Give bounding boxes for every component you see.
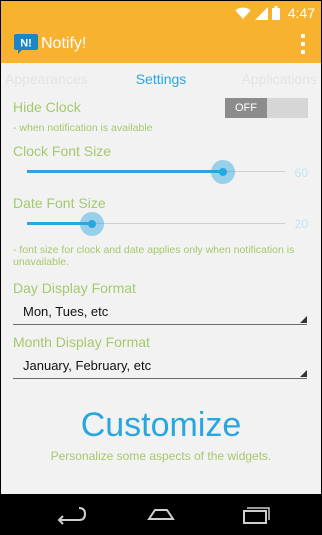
overflow-menu-icon[interactable]	[300, 34, 306, 54]
month-format-value: January, February, etc	[23, 358, 152, 373]
screen: 4:47 N! Notify! Appearances Settings App…	[1, 1, 321, 534]
app-logo: N!	[14, 34, 38, 54]
tab-applications[interactable]: Applications	[242, 71, 318, 87]
status-icons: 4:47	[235, 1, 315, 25]
app-bar: N! Notify!	[1, 25, 321, 63]
navigation-bar	[1, 494, 321, 534]
clock-font-size-value: 60	[294, 166, 308, 180]
svg-text:N!: N!	[20, 38, 32, 50]
day-format-value: Mon, Tues, etc	[23, 304, 109, 319]
dropdown-arrow-icon	[300, 370, 307, 377]
recents-icon[interactable]	[235, 502, 275, 526]
hide-clock-hint: - when notification is available	[13, 122, 153, 134]
page-subtitle: Personalize some aspects of the widgets.	[50, 449, 272, 463]
battery-icon	[271, 6, 280, 20]
dropdown-arrow-icon	[300, 316, 307, 323]
slider-thumb[interactable]	[87, 220, 96, 228]
hide-clock-toggle[interactable]: OFF	[225, 98, 308, 118]
wifi-icon	[235, 7, 251, 19]
date-font-size-slider[interactable]	[27, 209, 285, 239]
app-title: Notify!	[41, 35, 87, 52]
page-title: Customize	[80, 406, 242, 444]
month-format-select[interactable]: January, February, etc	[13, 354, 307, 379]
status-bar: 4:47	[1, 1, 321, 25]
font-size-note: - font size for clock and date applies o…	[13, 244, 295, 268]
month-format-label: Month Display Format	[13, 334, 150, 350]
hide-clock-label: Hide Clock	[13, 99, 81, 115]
date-font-size-value: 20	[294, 217, 308, 231]
signal-icon	[254, 6, 268, 20]
clock-font-size-slider[interactable]	[27, 157, 285, 187]
slider-fill	[27, 170, 224, 173]
day-format-select[interactable]: Mon, Tues, etc	[13, 300, 307, 325]
home-icon[interactable]	[141, 502, 181, 526]
status-time: 4:47	[287, 5, 315, 21]
back-icon[interactable]	[49, 502, 89, 526]
day-format-label: Day Display Format	[13, 280, 136, 296]
tab-strip: Appearances Settings Applications	[1, 63, 321, 93]
toggle-thumb: OFF	[225, 98, 267, 118]
